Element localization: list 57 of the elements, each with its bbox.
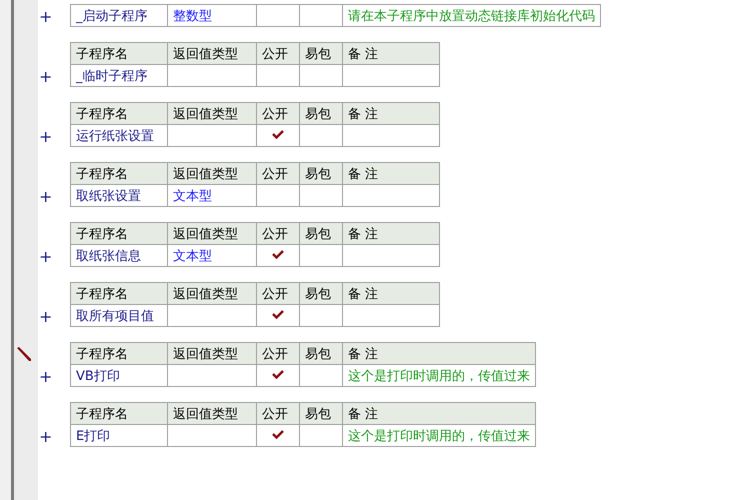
return-type: 文本型 [173, 188, 212, 204]
column-header: 返回值类型 [168, 42, 256, 64]
column-header: 返回值类型 [168, 102, 256, 124]
subroutine-name: VB打印 [76, 368, 120, 384]
column-header: 公开 [256, 222, 300, 244]
column-header: 公开 [256, 402, 300, 424]
comment-text: 请在本子程序中放置动态链接库初始化代码 [348, 8, 595, 24]
column-header: 备 注 [342, 42, 440, 64]
subroutine-name: 运行纸张设置 [76, 128, 154, 144]
comment-text: 这个是打印时调用的，传值过来 [348, 428, 530, 444]
subroutine-name: _临时子程序 [76, 68, 148, 84]
column-header: 易包 [300, 102, 342, 124]
column-header: 子程序名 [70, 342, 168, 364]
column-header: 返回值类型 [168, 162, 256, 184]
column-header: 易包 [300, 282, 342, 304]
subroutine-name: E打印 [76, 428, 110, 444]
column-header: 备 注 [342, 162, 440, 184]
expand-button[interactable]: + [39, 127, 52, 146]
column-header: 返回值类型 [168, 342, 256, 364]
column-header: 返回值类型 [168, 282, 256, 304]
column-header: 公开 [256, 162, 300, 184]
column-header: 公开 [256, 42, 300, 64]
column-header: 子程序名 [70, 162, 168, 184]
expand-button[interactable]: + [39, 307, 52, 326]
column-header: 备 注 [342, 102, 440, 124]
column-header: 返回值类型 [168, 222, 256, 244]
return-type: 整数型 [173, 8, 212, 24]
subroutine-name: 取纸张信息 [76, 248, 141, 264]
column-header: 公开 [256, 282, 300, 304]
expand-button[interactable]: + [39, 67, 52, 86]
expand-button[interactable]: + [39, 367, 52, 386]
column-header: 子程序名 [70, 42, 168, 64]
column-header: 子程序名 [70, 402, 168, 424]
column-header: 公开 [256, 102, 300, 124]
subroutine-name: _启动子程序 [76, 8, 148, 24]
expand-button[interactable]: + [39, 187, 52, 206]
column-header: 易包 [300, 342, 342, 364]
column-header: 备 注 [342, 342, 536, 364]
column-header: 备 注 [342, 282, 440, 304]
comment-text: 这个是打印时调用的，传值过来 [348, 368, 530, 384]
column-header: 易包 [300, 402, 342, 424]
column-header: 备 注 [342, 402, 536, 424]
column-header: 子程序名 [70, 222, 168, 244]
column-header: 备 注 [342, 222, 440, 244]
subroutine-name: 取所有项目值 [76, 308, 154, 324]
column-header: 公开 [256, 342, 300, 364]
expand-button[interactable]: + [39, 427, 52, 446]
column-header: 易包 [300, 222, 342, 244]
column-header: 易包 [300, 162, 342, 184]
column-header: 子程序名 [70, 102, 168, 124]
column-header: 易包 [300, 42, 342, 64]
expand-button[interactable]: + [39, 7, 52, 26]
column-header: 子程序名 [70, 282, 168, 304]
return-type: 文本型 [173, 248, 212, 264]
column-header: 返回值类型 [168, 402, 256, 424]
expand-button[interactable]: + [39, 247, 52, 266]
subroutine-name: 取纸张设置 [76, 188, 141, 204]
